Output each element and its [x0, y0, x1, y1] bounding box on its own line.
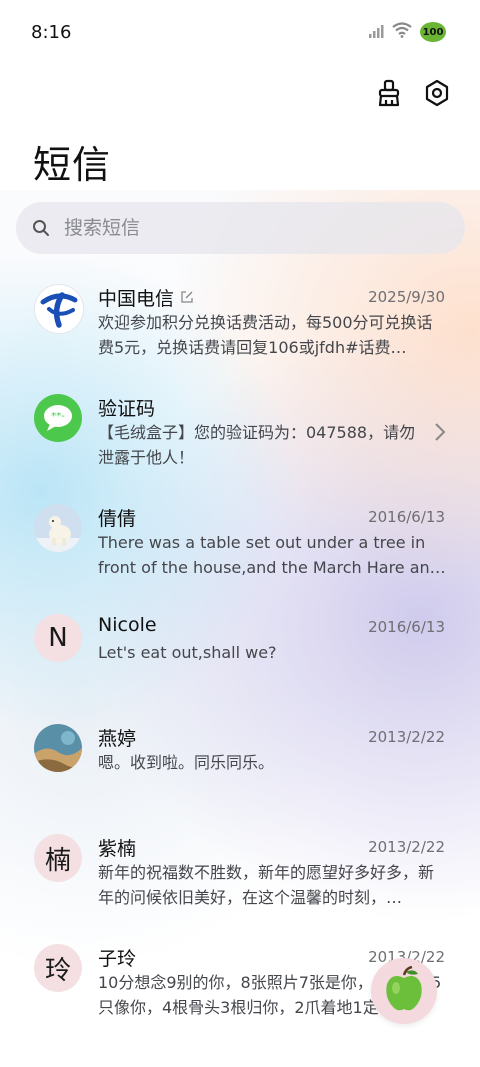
chevron-right-icon [434, 422, 446, 446]
conversation-date: 2013/2/22 [368, 838, 445, 856]
conversation-preview: 新年的祝福数不胜数，新年的愿望好多好多，新年的问候依旧美好，在这个温馨的时刻，… [98, 863, 435, 907]
new-message-button[interactable] [371, 958, 437, 1024]
conversation-name: 紫楠 [98, 838, 137, 860]
conversation-preview: 欢迎参加积分兑换话费活动，每500分可兑换话费5元，兑换话费请回复106或jfd… [98, 313, 433, 357]
wifi-icon [392, 22, 412, 42]
polar-bear-photo-avatar [34, 504, 82, 552]
conversation-name: 燕婷 [98, 728, 137, 750]
signal-icon [368, 23, 384, 42]
conversation-list: 中国电信 2025/9/30 欢迎参加积分兑换话费活动，每500分可兑换话费5元… [0, 270, 480, 1040]
status-bar: 8:16 100 [0, 0, 480, 68]
conversation-name: 子玲 [98, 948, 137, 970]
clean-brush-icon[interactable] [374, 78, 404, 108]
conversation-name: Nicole [98, 614, 157, 636]
conversation-name: 中国电信 [98, 284, 194, 311]
landscape-photo-avatar [34, 724, 82, 772]
svg-text:**-: **- [51, 411, 65, 422]
letter-avatar: 楠 [34, 834, 82, 882]
conversation-date: 2013/2/22 [368, 728, 445, 746]
battery-icon: 100 [420, 22, 446, 42]
conversation-date: 2016/6/13 [368, 618, 445, 636]
search-icon [32, 219, 50, 237]
settings-gear-icon[interactable] [422, 78, 452, 108]
conversation-item-qianqian[interactable]: 倩倩 2016/6/13 There was a table set out u… [0, 490, 480, 600]
conversation-preview: Let's eat out,shall we? [98, 643, 277, 662]
status-time: 8:16 [31, 22, 72, 43]
letter-avatar: 玲 [34, 944, 82, 992]
conversation-item-yanting[interactable]: 燕婷 2013/2/22 嗯。收到啦。同乐同乐。 [0, 710, 480, 820]
conversation-preview: 【毛绒盒子】您的验证码为：047588，请勿泄露于他人！ [98, 423, 416, 467]
letter-avatar: N [34, 614, 82, 662]
search-bar[interactable] [16, 202, 465, 254]
conversation-item-zinan[interactable]: 楠 紫楠 2013/2/22 新年的祝福数不胜数，新年的愿望好多好多，新年的问候… [0, 820, 480, 930]
message-bubble-avatar: **- [34, 394, 82, 442]
page-title: 短信 [33, 143, 112, 187]
conversation-item-china-telecom[interactable]: 中国电信 2025/9/30 欢迎参加积分兑换话费活动，每500分可兑换话费5元… [0, 270, 480, 380]
conversation-preview: 嗯。收到啦。同乐同乐。 [98, 753, 275, 772]
conversation-date: 2016/6/13 [368, 508, 445, 526]
conversation-name: 倩倩 [98, 508, 137, 530]
search-input[interactable] [62, 216, 426, 240]
conversation-preview: There was a table set out under a tree i… [98, 533, 446, 577]
edit-note-icon [180, 287, 194, 309]
conversation-item-verification-code[interactable]: **- 验证码 【毛绒盒子】您的验证码为：047588，请勿泄露于他人！ [0, 380, 480, 490]
conversation-name: 验证码 [98, 398, 156, 420]
green-apple-icon [382, 965, 426, 1016]
china-telecom-logo-avatar [34, 284, 84, 334]
conversation-item-nicole[interactable]: N Nicole 2016/6/13 Let's eat out,shall w… [0, 600, 480, 710]
status-icons: 100 [368, 22, 446, 42]
header-actions [374, 78, 452, 108]
conversation-date: 2025/9/30 [368, 288, 445, 306]
